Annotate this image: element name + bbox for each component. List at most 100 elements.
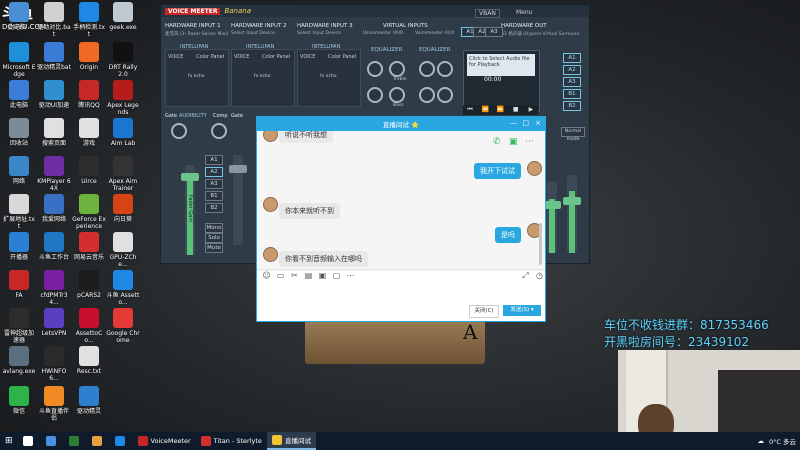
taskbar-app[interactable]: VoiceMeeter bbox=[133, 432, 196, 450]
desktop-icon[interactable]: 斗鱼直播伴侣 bbox=[37, 386, 71, 422]
hw-input-2-title[interactable]: HARDWARE INPUT 2 bbox=[231, 23, 287, 29]
desktop-icon[interactable]: Google Chrome bbox=[106, 308, 140, 344]
desktop-icon[interactable]: Aim Lab bbox=[106, 118, 140, 147]
desktop-icon[interactable]: 回收站 bbox=[2, 118, 36, 147]
chat-scrollbar[interactable] bbox=[539, 223, 542, 265]
desktop-icon[interactable]: KMPlayer 64X bbox=[37, 156, 71, 192]
menu-button[interactable]: Menu bbox=[513, 9, 535, 16]
weather-icon[interactable]: ☁ bbox=[758, 437, 765, 445]
input-2-fader[interactable] bbox=[229, 155, 247, 245]
desktop-icon[interactable]: 驱动精灵bat bbox=[37, 42, 71, 71]
eq-treble-knob-3[interactable] bbox=[419, 61, 435, 77]
screenshot-icon[interactable]: ▢ bbox=[331, 271, 342, 280]
chat-window[interactable]: 直播间试 ⭐ — □ × ✆ ▣ ⋯ 听说不听我想 我开下试试 你本来就听不到 … bbox=[256, 116, 546, 322]
start-button[interactable]: ⊞ bbox=[0, 432, 18, 450]
taskbar-app[interactable] bbox=[110, 432, 133, 450]
desktop-icon[interactable]: 扩展地址.txt bbox=[2, 194, 36, 230]
desktop-icon[interactable]: Uirce bbox=[72, 156, 106, 185]
history-icon[interactable]: ◷ bbox=[534, 271, 545, 280]
more-tools-icon[interactable]: ⋯ bbox=[345, 271, 356, 280]
desktop-icon[interactable]: 驱动精灵 bbox=[72, 386, 106, 415]
desktop-icon[interactable]: 微信 bbox=[2, 386, 36, 415]
avatar[interactable] bbox=[263, 131, 278, 142]
out-bus-a1-button[interactable]: A1 bbox=[563, 53, 581, 63]
desktop-icon[interactable]: Resc.txt bbox=[72, 346, 106, 375]
eq-bass-knob-2[interactable] bbox=[389, 87, 405, 103]
out-bus-a3-button[interactable]: A3 bbox=[563, 77, 581, 87]
hw-input-3-device[interactable]: Select Input Device bbox=[297, 31, 341, 36]
chat-message-list[interactable]: ✆ ▣ ⋯ 听说不听我想 我开下试试 你本来就听不到 是吗 你看不到音频输入在哪… bbox=[257, 131, 545, 271]
desktop-icon[interactable]: 游戏 bbox=[72, 118, 106, 147]
mute-button[interactable]: Mute bbox=[205, 243, 223, 253]
minimize-icon[interactable]: — bbox=[510, 119, 517, 127]
gif-icon[interactable]: ▭ bbox=[275, 271, 286, 280]
desktop-icon[interactable]: FA bbox=[2, 270, 36, 299]
out-bus-b1-button[interactable]: B1 bbox=[563, 89, 581, 99]
tape-deck[interactable]: Click to Select Audio file for Playback … bbox=[463, 50, 540, 112]
desktop-icon[interactable]: 斗鱼 Assetto... bbox=[106, 270, 140, 306]
desktop-icon[interactable]: HWiNFO6... bbox=[37, 346, 71, 382]
desktop-icon[interactable]: 雷神超级加速器 bbox=[2, 308, 36, 344]
eq-treble-knob-4[interactable] bbox=[437, 61, 453, 77]
hw-input-1-device[interactable]: 麦克风 (3- Razer Seiren Mini) bbox=[165, 31, 228, 37]
tape-play-icon[interactable]: ▶ bbox=[524, 105, 538, 115]
tape-rewind-icon[interactable]: ⏪ bbox=[478, 105, 492, 115]
desktop-icon[interactable]: 此电脑 - bbox=[2, 2, 36, 31]
desktop-icon[interactable]: 驱动对比.bat bbox=[37, 2, 71, 38]
taskbar-app[interactable] bbox=[18, 432, 41, 450]
send-button[interactable]: 发送(S) ▾ bbox=[503, 305, 541, 316]
desktop-icon[interactable]: GPU-ZChe... bbox=[106, 232, 140, 268]
weather-text[interactable]: 0°C 多云 bbox=[769, 436, 796, 446]
strip-bus-a1-button[interactable]: A1 bbox=[205, 155, 223, 165]
taskbar-app[interactable]: Titan - Sterlyte bbox=[196, 432, 267, 450]
video-call-icon[interactable]: ▣ bbox=[509, 137, 518, 147]
solo-button[interactable]: Solo bbox=[205, 233, 223, 243]
desktop-icon[interactable]: 我爱网络 bbox=[37, 194, 71, 223]
mono-button[interactable]: Mono bbox=[205, 223, 223, 233]
desktop-icon[interactable]: Origin bbox=[72, 42, 106, 71]
tape-forward-icon[interactable]: ⏩ bbox=[493, 105, 507, 115]
desktop-icon[interactable]: 手柄检测.txt bbox=[72, 2, 106, 38]
hw-input-1-title[interactable]: HARDWARE INPUT 1 bbox=[165, 23, 221, 29]
avatar[interactable] bbox=[527, 161, 542, 176]
desktop-icon[interactable]: 腾讯QQ bbox=[72, 80, 106, 109]
desktop-icon[interactable]: 网易云音乐 bbox=[72, 232, 106, 261]
desktop-icon[interactable]: Microsoft Edge bbox=[2, 42, 36, 78]
strip-bus-b1-button[interactable]: B1 bbox=[205, 191, 223, 201]
avatar[interactable] bbox=[263, 247, 278, 262]
hw-input-2-device[interactable]: Select Input Device bbox=[231, 31, 275, 36]
strip-bus-b2-button[interactable]: B2 bbox=[205, 203, 223, 213]
chat-input[interactable] bbox=[261, 283, 541, 301]
hw-out-device[interactable]: A1 扬声器 (Hyperx Virtual Surround bbox=[501, 31, 579, 37]
emoji-icon[interactable]: ☺ bbox=[261, 271, 272, 280]
system-tray[interactable]: ☁ 0°C 多云 bbox=[758, 432, 797, 450]
tape-screen[interactable]: Click to Select Audio file for Playback bbox=[467, 54, 535, 76]
desktop-icon[interactable]: avlang.exe bbox=[2, 346, 36, 375]
maximize-icon[interactable]: □ bbox=[522, 119, 529, 127]
avatar[interactable] bbox=[263, 197, 278, 212]
folder-icon[interactable]: ▤ bbox=[303, 271, 314, 280]
strip-bus-a2-button[interactable]: A2 bbox=[205, 167, 223, 177]
desktop-icon[interactable]: Apex Aim Trainer bbox=[106, 156, 140, 192]
tape-rewind-start-icon[interactable]: ⏮ bbox=[463, 105, 477, 115]
desktop-icon[interactable]: 开播器 bbox=[2, 232, 36, 261]
hw-input-3-title[interactable]: HARDWARE INPUT 3 bbox=[297, 23, 353, 29]
out-a3-select[interactable]: A3 bbox=[485, 27, 503, 37]
tape-stop-icon[interactable]: ■ bbox=[509, 105, 523, 115]
intellipan-strip-2[interactable]: INTELLIPAN VOICE Color Panel fx echo bbox=[231, 44, 295, 107]
desktop-icon[interactable]: AssettoCo... bbox=[72, 308, 106, 344]
scissors-icon[interactable]: ✂ bbox=[289, 271, 300, 280]
eq-bass-knob-4[interactable] bbox=[437, 87, 453, 103]
desktop-icon[interactable]: 驱动UI加速 bbox=[37, 80, 71, 109]
output-fader-2[interactable] bbox=[543, 181, 561, 253]
image-icon[interactable]: ▣ bbox=[317, 271, 328, 280]
taskbar-app[interactable] bbox=[87, 432, 110, 450]
taskbar-app[interactable] bbox=[41, 432, 64, 450]
eq-bass-knob-3[interactable] bbox=[419, 87, 435, 103]
desktop-icon[interactable]: geek.exe bbox=[106, 2, 140, 31]
eq-treble-knob-1[interactable] bbox=[367, 61, 383, 77]
comp-knob[interactable] bbox=[211, 123, 227, 139]
taskbar-app[interactable]: 直播间试 bbox=[266, 432, 316, 450]
more-icon[interactable]: ⋯ bbox=[525, 137, 534, 147]
desktop-icon[interactable]: 斗鱼工作台 bbox=[37, 232, 71, 261]
